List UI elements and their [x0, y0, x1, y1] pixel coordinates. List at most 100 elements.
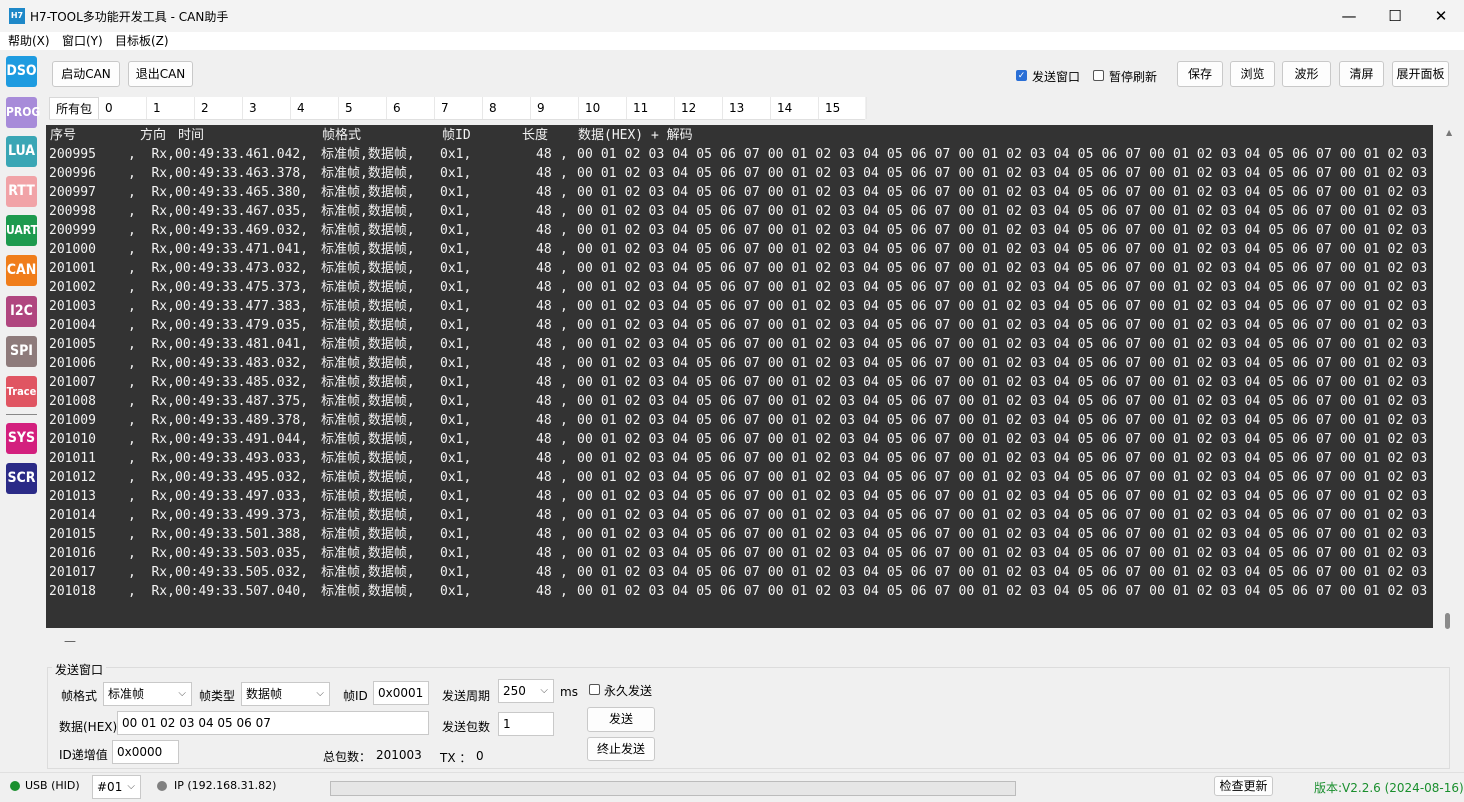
tab-all-packets[interactable]: 所有包: [49, 97, 99, 119]
row-len: 48: [536, 185, 552, 200]
save-button[interactable]: 保存: [1177, 61, 1223, 87]
scroll-up-icon[interactable]: ▲: [1446, 128, 1452, 137]
tab-channel-13[interactable]: 13: [723, 97, 771, 119]
exit-can-button[interactable]: 退出CAN: [128, 61, 193, 87]
wave-button[interactable]: 波形: [1282, 61, 1331, 87]
row-seq: 201007: [49, 375, 96, 390]
row-fmt: 标准帧,数据帧,: [321, 451, 415, 466]
tab-channel-12[interactable]: 12: [675, 97, 723, 119]
row-seq: 201016: [49, 546, 96, 561]
sidebar-dso-button[interactable]: DSO: [6, 56, 37, 87]
menu-window[interactable]: 窗口(Y): [62, 32, 103, 50]
row-dir: , Rx,: [128, 223, 175, 238]
row-sep: ,: [560, 204, 568, 219]
row-seq: 200998: [49, 204, 96, 219]
check-update-button[interactable]: 检查更新: [1214, 776, 1273, 796]
sidebar-uart-button[interactable]: UART: [6, 215, 38, 246]
tab-channel-14[interactable]: 14: [771, 97, 819, 119]
tab-channel-4[interactable]: 4: [291, 97, 339, 119]
row-hex-data: 00 01 02 03 04 05 06 07 00 01 02 03 04 0…: [577, 223, 1428, 238]
sidebar-can-button[interactable]: CAN: [6, 255, 37, 286]
row-id: 0x1,: [440, 166, 472, 181]
sidebar-rtt-button[interactable]: RTT: [6, 176, 37, 207]
sidebar-spi-button[interactable]: SPI: [6, 336, 37, 367]
frame-type-select[interactable]: 数据帧 ⌵: [241, 682, 330, 706]
row-dir: , Rx,: [128, 375, 175, 390]
row-time: 00:49:33.499.373,: [175, 508, 309, 523]
tab-channel-1[interactable]: 1: [147, 97, 195, 119]
tab-channel-6[interactable]: 6: [387, 97, 435, 119]
row-seq: 201013: [49, 489, 96, 504]
row-hex-data: 00 01 02 03 04 05 06 07 00 01 02 03 04 0…: [577, 280, 1428, 295]
row-fmt: 标准帧,数据帧,: [321, 584, 415, 599]
sidebar-sys-button[interactable]: SYS: [6, 423, 37, 454]
row-hex-data: 00 01 02 03 04 05 06 07 00 01 02 03 04 0…: [577, 546, 1428, 561]
row-id: 0x1,: [440, 584, 472, 599]
sidebar-i2c-button[interactable]: I2C: [6, 296, 37, 327]
tab-channel-7[interactable]: 7: [435, 97, 483, 119]
row-time: 00:49:33.471.041,: [175, 242, 309, 257]
browse-button[interactable]: 浏览: [1230, 61, 1275, 87]
hscroll-thumb[interactable]: —: [64, 634, 76, 648]
id-increment-input[interactable]: 0x0000: [112, 740, 179, 764]
clear-screen-button[interactable]: 清屏: [1339, 61, 1384, 87]
send-period-select[interactable]: 250 ⌵: [498, 679, 554, 703]
frame-id-input[interactable]: 0x0001: [373, 681, 429, 705]
start-can-button[interactable]: 启动CAN: [52, 61, 120, 87]
data-hex-input[interactable]: 00 01 02 03 04 05 06 07: [117, 711, 429, 735]
row-seq: 201009: [49, 413, 96, 428]
row-sep: ,: [560, 508, 568, 523]
tab-channel-3[interactable]: 3: [243, 97, 291, 119]
tab-channel-0[interactable]: 0: [99, 97, 147, 119]
row-sep: ,: [560, 584, 568, 599]
sidebar-lua-button[interactable]: LUA: [6, 136, 37, 167]
frame-format-select[interactable]: 标准帧 ⌵: [103, 682, 192, 706]
tab-channel-8[interactable]: 8: [483, 97, 531, 119]
menu-help[interactable]: 帮助(X): [8, 32, 50, 50]
close-button[interactable]: ✕: [1418, 0, 1464, 32]
row-id: 0x1,: [440, 527, 472, 542]
tab-channel-11[interactable]: 11: [627, 97, 675, 119]
can-message-console[interactable]: 序号 方向 时间 帧格式 帧ID 长度 数据(HEX) + 解码 200995,…: [46, 125, 1433, 628]
send-window-label: 发送窗口: [1032, 70, 1081, 84]
port-select[interactable]: #01 ⌵: [92, 775, 141, 799]
row-sep: ,: [560, 147, 568, 162]
send-count-input[interactable]: 1: [498, 712, 554, 736]
maximize-button[interactable]: ☐: [1372, 0, 1418, 32]
header-dir: 方向: [140, 128, 167, 143]
pause-refresh-label: 暂停刷新: [1109, 70, 1158, 84]
tab-channel-15[interactable]: 15: [819, 97, 867, 119]
scroll-thumb[interactable]: [1445, 613, 1450, 629]
sidebar-trace-button[interactable]: Trace: [6, 376, 37, 407]
tab-channel-9[interactable]: 9: [531, 97, 579, 119]
sidebar-prog-button[interactable]: PROG: [6, 97, 40, 128]
sidebar-scr-button[interactable]: SCR: [6, 463, 37, 494]
row-id: 0x1,: [440, 470, 472, 485]
send-button[interactable]: 发送: [587, 707, 655, 732]
row-dir: , Rx,: [128, 546, 175, 561]
forever-send-checkbox[interactable]: [589, 684, 600, 695]
send-window-checkbox[interactable]: ✓: [1016, 70, 1027, 81]
expand-panel-button[interactable]: 展开面板: [1392, 61, 1449, 87]
row-id: 0x1,: [440, 508, 472, 523]
row-seq: 201004: [49, 318, 96, 333]
pause-refresh-checkbox[interactable]: [1093, 70, 1104, 81]
menu-target-board[interactable]: 目标板(Z): [115, 32, 169, 50]
stop-send-button[interactable]: 终止发送: [587, 737, 655, 761]
header-id: 帧ID: [442, 128, 471, 143]
version-label: 版本:V2.2.6 (2024-08-16): [1314, 781, 1464, 795]
tab-channel-5[interactable]: 5: [339, 97, 387, 119]
vertical-scrollbar[interactable]: ▲: [1439, 125, 1457, 631]
chevron-down-icon: ⌵: [178, 688, 186, 699]
title-bar: H7 H7-TOOL多功能开发工具 - CAN助手 — ☐ ✕: [0, 0, 1464, 32]
row-sep: ,: [560, 375, 568, 390]
tab-channel-10[interactable]: 10: [579, 97, 627, 119]
row-time: 00:49:33.467.035,: [175, 204, 309, 219]
row-fmt: 标准帧,数据帧,: [321, 242, 415, 257]
row-fmt: 标准帧,数据帧,: [321, 565, 415, 580]
row-fmt: 标准帧,数据帧,: [321, 356, 415, 371]
tab-channel-2[interactable]: 2: [195, 97, 243, 119]
horizontal-scrollbar[interactable]: —: [46, 633, 1433, 651]
row-time: 00:49:33.489.378,: [175, 413, 309, 428]
minimize-button[interactable]: —: [1326, 0, 1372, 32]
